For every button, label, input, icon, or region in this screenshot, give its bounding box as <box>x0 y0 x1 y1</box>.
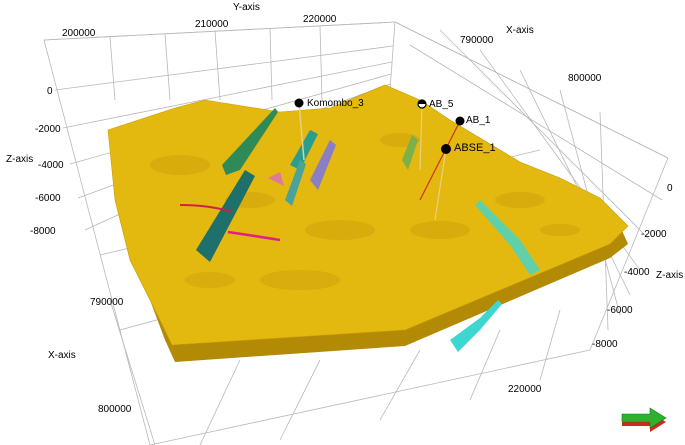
surface-top <box>107 84 629 346</box>
orientation-arrow-icon[interactable] <box>621 407 667 432</box>
well-label: AB_1 <box>466 115 491 126</box>
z-tick-left: 0 <box>47 86 53 97</box>
z-tick-left: -4000 <box>38 160 64 171</box>
well-label: Komombo_3 <box>307 98 364 109</box>
z-tick-right: 0 <box>667 183 673 194</box>
surface-block <box>107 84 629 362</box>
3d-viewport[interactable]: Komombo_3 AB_5 AB_1 ABSE_1 Y-axis X-axis… <box>0 0 685 445</box>
z-tick-right: -6000 <box>607 305 633 316</box>
y-tick-bottom: 220000 <box>508 384 542 395</box>
z-axis-title-left: Z-axis <box>6 154 33 165</box>
well-label: ABSE_1 <box>454 142 496 154</box>
z-tick-right: -2000 <box>641 229 667 240</box>
well-label: AB_5 <box>429 99 454 110</box>
y-tick: 200000 <box>62 28 96 39</box>
3d-scene[interactable]: Komombo_3 AB_5 AB_1 ABSE_1 Y-axis X-axis… <box>0 0 685 445</box>
x-tick-left: 800000 <box>98 404 132 415</box>
z-tick-left: -2000 <box>35 124 61 135</box>
z-tick-left: -6000 <box>35 193 61 204</box>
y-tick: 210000 <box>195 19 229 30</box>
z-tick-right: -8000 <box>592 339 618 350</box>
z-tick-left: -8000 <box>30 226 56 237</box>
x-axis-title-left: X-axis <box>48 350 76 361</box>
x-tick-left: 790000 <box>90 297 124 308</box>
y-axis-title: Y-axis <box>233 2 260 13</box>
well-marker-icon[interactable] <box>441 144 451 154</box>
x-tick: 800000 <box>568 73 602 84</box>
x-axis-title-top: X-axis <box>506 25 534 36</box>
z-axis-title-right: Z-axis <box>656 270 683 281</box>
x-tick: 790000 <box>460 35 494 46</box>
z-tick-right: -4000 <box>624 267 650 278</box>
well-marker-icon[interactable] <box>455 116 465 126</box>
y-tick: 220000 <box>303 14 337 25</box>
well-marker-icon[interactable] <box>294 98 304 108</box>
